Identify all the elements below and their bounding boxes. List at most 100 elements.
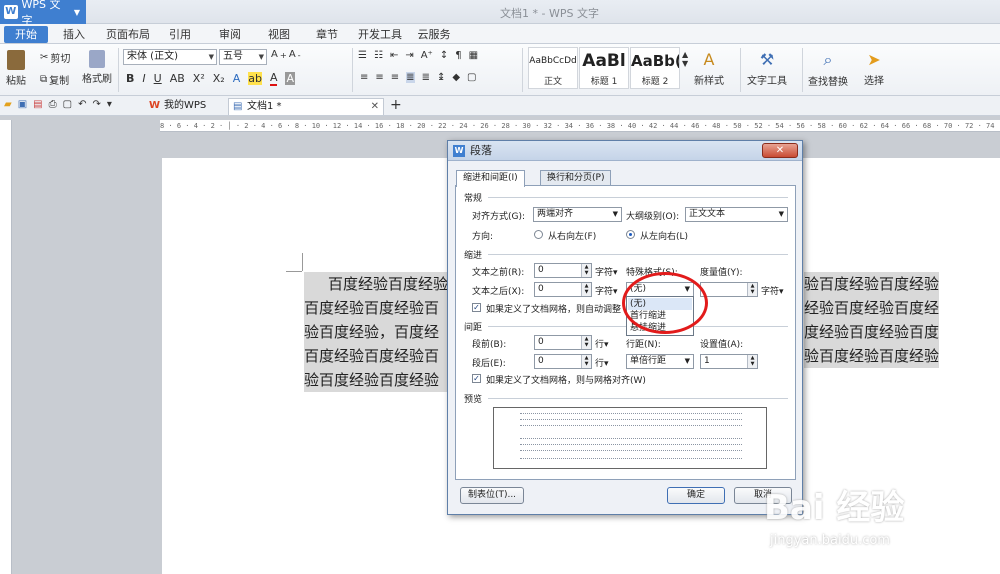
- unit-chars[interactable]: 字符▾: [595, 284, 618, 297]
- rtl-radio[interactable]: [534, 230, 543, 239]
- spinner-arrows-icon[interactable]: ▲ ▼: [581, 283, 591, 296]
- format-painter-button[interactable]: 格式刷: [82, 50, 112, 85]
- tab-document1[interactable]: ▤ 文档1 * ✕: [228, 98, 384, 115]
- tab-home[interactable]: 开始: [4, 26, 48, 43]
- spinner-arrows-icon[interactable]: ▲ ▼: [581, 336, 591, 349]
- undo-icon[interactable]: ↶: [78, 99, 86, 110]
- before-text-input[interactable]: 0 ▲ ▼: [534, 263, 592, 278]
- customize-icon[interactable]: ▾: [107, 99, 112, 110]
- show-marks-icon[interactable]: ¶: [455, 50, 461, 61]
- app-menu-button[interactable]: W WPS 文字 ▼: [0, 0, 86, 27]
- tab-cloud[interactable]: 云服务: [414, 26, 454, 43]
- preview-icon[interactable]: ▢: [63, 99, 72, 110]
- find-replace-button[interactable]: ⌕ 查找替换: [808, 50, 848, 88]
- doc-text-left[interactable]: 百度经验百度经验 百度经验百度经验百 验百度经验，百度经 百度经验百度经验百 验…: [304, 272, 449, 392]
- ltr-radio[interactable]: [626, 230, 635, 239]
- unit-chars[interactable]: 字符▾: [761, 284, 784, 297]
- unit-chars[interactable]: 字符▾: [595, 265, 618, 278]
- list-buttons[interactable]: ☰ ☷ ⇤ ⇥ A⁺ ↕ ¶ ▦: [358, 50, 478, 61]
- spinner-arrows-icon[interactable]: ▲ ▼: [581, 355, 591, 368]
- close-icon[interactable]: ✕: [371, 99, 379, 115]
- tab-chapter[interactable]: 章节: [309, 26, 345, 43]
- style-normal[interactable]: AaBbCcDd 正文: [528, 47, 578, 89]
- font-format-buttons[interactable]: B I U AB X² X₂ Aab A A: [126, 71, 296, 86]
- shading-icon[interactable]: ◆: [452, 72, 460, 83]
- align-center-icon[interactable]: ≡: [375, 72, 383, 83]
- space-before-input[interactable]: 0 ▲ ▼: [534, 335, 592, 350]
- unit-lines[interactable]: 行▾: [595, 337, 609, 350]
- tab-page-layout[interactable]: 页面布局: [103, 26, 153, 43]
- text-effect-icon[interactable]: A: [233, 72, 241, 85]
- tab-view[interactable]: 视图: [261, 26, 297, 43]
- strikethrough-icon[interactable]: AB: [170, 72, 185, 85]
- superscript-icon[interactable]: X²: [193, 72, 205, 85]
- table-icon[interactable]: ▦: [469, 50, 478, 61]
- style-gallery-scroll[interactable]: ▲ ▼: [682, 50, 688, 68]
- auto-adjust-checkbox[interactable]: ✓: [472, 303, 481, 312]
- italic-icon[interactable]: I: [142, 72, 145, 85]
- after-text-input[interactable]: 0 ▲ ▼: [534, 282, 592, 297]
- ok-button[interactable]: 确定: [667, 487, 725, 504]
- copy-button[interactable]: ⧉ 复制: [40, 72, 69, 87]
- outline-level-select[interactable]: 正文文本 ▼: [685, 207, 788, 222]
- open-folder-icon[interactable]: ▰: [4, 99, 12, 110]
- sort-icon[interactable]: ↕: [440, 50, 448, 61]
- spinner-arrows-icon[interactable]: ▲ ▼: [747, 355, 757, 368]
- style-heading1[interactable]: AaBl 标题 1: [579, 47, 629, 89]
- grid-align-checkbox[interactable]: ✓: [472, 374, 481, 383]
- new-style-button[interactable]: A 新样式: [694, 50, 724, 87]
- font-name-select[interactable]: 宋体 (正文) ▼: [123, 49, 217, 65]
- align-right-icon[interactable]: ≡: [391, 72, 399, 83]
- tab-insert[interactable]: 插入: [56, 26, 92, 43]
- distributed-icon[interactable]: ≣: [422, 72, 430, 83]
- increase-indent-icon[interactable]: ⇥: [405, 50, 413, 61]
- subscript-icon[interactable]: X₂: [213, 72, 225, 85]
- tabs-button[interactable]: 制表位(T)...: [460, 487, 524, 504]
- tab-developer[interactable]: 开发工具: [356, 26, 404, 43]
- align-buttons[interactable]: ≡ ≡ ≡ ≣ ≣ ↨ ◆ ▢: [360, 72, 477, 83]
- new-tab-button[interactable]: +: [390, 97, 402, 113]
- char-shading-icon[interactable]: A: [285, 72, 296, 85]
- font-color-icon[interactable]: A: [269, 71, 278, 86]
- unit-lines[interactable]: 行▾: [595, 356, 609, 369]
- redo-icon[interactable]: ↷: [92, 99, 100, 110]
- tab-references[interactable]: 引用: [164, 26, 196, 43]
- underline-icon[interactable]: U: [154, 72, 162, 85]
- style-heading2[interactable]: AaBb(标题 2: [630, 47, 680, 89]
- print-icon[interactable]: ⎙: [49, 99, 57, 110]
- spinner-arrows-icon[interactable]: ▲ ▼: [747, 283, 757, 296]
- numbered-list-icon[interactable]: ☷: [374, 50, 383, 61]
- measure-input[interactable]: ▲ ▼: [700, 282, 758, 297]
- border-icon[interactable]: ▢: [467, 72, 476, 83]
- close-button[interactable]: ✕: [762, 143, 798, 158]
- chinese-layout-icon[interactable]: A⁺: [421, 50, 433, 61]
- pdf-icon[interactable]: ▤: [33, 99, 42, 110]
- bold-icon[interactable]: B: [126, 72, 134, 85]
- tab-my-wps[interactable]: W 我的WPS: [146, 98, 226, 115]
- decrease-indent-icon[interactable]: ⇤: [390, 50, 398, 61]
- line-spacing-select[interactable]: 单倍行距 ▼: [626, 354, 694, 369]
- align-justify-icon[interactable]: ≣: [406, 72, 415, 83]
- tab-line-page-breaks[interactable]: 换行和分页(P): [540, 170, 612, 186]
- dialog-title-bar[interactable]: W 段落 ✕: [448, 141, 802, 161]
- tab-indent-spacing[interactable]: 缩进和间距(I): [456, 170, 525, 187]
- text-tools-button[interactable]: ⚒ 文字工具: [747, 50, 787, 87]
- set-value-input[interactable]: 1 ▲ ▼: [700, 354, 758, 369]
- save-icon[interactable]: ▣: [18, 99, 27, 110]
- alignment-select[interactable]: 两端对齐 ▼: [533, 207, 622, 222]
- tab-review[interactable]: 审阅: [212, 26, 248, 43]
- bullet-list-icon[interactable]: ☰: [358, 50, 367, 61]
- select-button[interactable]: ➤ 选择: [864, 50, 884, 87]
- space-after-input[interactable]: 0 ▲ ▼: [534, 354, 592, 369]
- font-size-select[interactable]: 五号 ▼: [219, 49, 267, 65]
- highlight-icon[interactable]: ab: [248, 72, 262, 85]
- line-spacing-icon[interactable]: ↨: [437, 72, 445, 83]
- font-grow-buttons[interactable]: A + A -: [271, 49, 301, 60]
- spinner-arrows-icon[interactable]: ▲ ▼: [581, 264, 591, 277]
- paste-button[interactable]: 粘贴: [6, 50, 26, 87]
- doc-text-right[interactable]: 验百度经验百度经验 经验百度经验百度经 度经验百度经验百度 验百度经验百度经验: [804, 272, 940, 368]
- cut-button[interactable]: ✂ 剪切: [40, 50, 70, 65]
- horizontal-ruler[interactable]: 8 · 6 · 4 · 2 · │ · 2 · 4 · 6 · 8 · 10 ·…: [160, 120, 1000, 132]
- align-left-icon[interactable]: ≡: [360, 72, 368, 83]
- vertical-ruler[interactable]: [0, 120, 12, 574]
